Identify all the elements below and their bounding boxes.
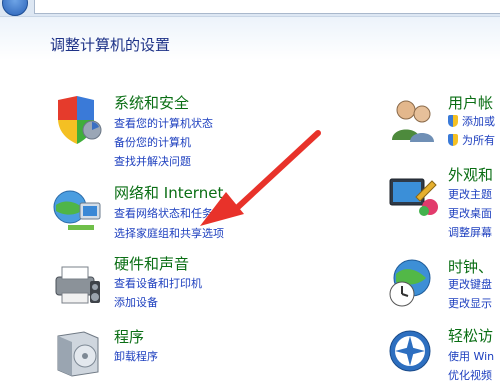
category-programs: 程序 卸载程序 [50,326,250,386]
category-link[interactable]: 查找并解决问题 [114,153,191,169]
category-link[interactable]: 使用 Win [448,348,494,364]
printer-icon[interactable] [50,255,104,309]
programs-box-icon[interactable] [50,326,104,380]
category-user-accounts: 用户帐 添加或 为所有 [386,94,500,154]
category-ease-of-access: 轻松访 使用 Win 优化视频 [386,327,500,387]
category-link[interactable]: 添加或 [462,113,495,129]
category-title[interactable]: 外观和 [448,164,493,185]
category-hardware: 硬件和声音 查看设备和打印机 添加设备 [50,255,250,315]
category-title[interactable]: 用户帐 [448,92,493,113]
ease-of-access-icon[interactable] [386,327,440,381]
category-link[interactable]: 添加设备 [114,294,158,310]
category-link[interactable]: 更改主题 [448,186,492,202]
network-globe-icon[interactable] [50,185,104,239]
category-title[interactable]: 网络和 Internet [114,182,223,203]
category-link[interactable]: 备份您的计算机 [114,134,191,150]
category-link[interactable]: 查看您的计算机状态 [114,115,213,131]
category-security: 系统和安全 查看您的计算机状态 备份您的计算机 查找并解决问题 [50,94,250,174]
category-clock: 时钟、 更改键盘 更改显示 [386,256,500,316]
category-network: 网络和 Internet 查看网络状态和任务 选择家庭组和共享选项 [50,182,270,245]
shield-icon[interactable] [50,94,104,148]
back-button[interactable] [2,0,28,16]
category-title[interactable]: 轻松访 [448,325,493,346]
uac-shield-icon [448,134,458,146]
address-bar[interactable] [34,0,500,14]
users-icon[interactable] [386,94,440,148]
category-link[interactable]: 查看网络状态和任务 [114,205,213,221]
category-link[interactable]: 查看设备和打印机 [114,275,202,291]
clock-globe-icon[interactable] [386,256,440,310]
page-title: 调整计算机的设置 [50,36,171,54]
uac-shield-icon [448,115,458,127]
category-link[interactable]: 更改显示 [448,295,492,311]
category-link[interactable]: 优化视频 [448,367,492,383]
category-title[interactable]: 时钟、 [448,256,493,277]
category-link[interactable]: 更改桌面 [448,205,492,221]
category-link[interactable]: 选择家庭组和共享选项 [114,225,224,241]
appearance-monitor-icon[interactable] [386,167,440,221]
category-appearance: 外观和 更改主题 更改桌面 调整屏幕 [386,164,500,240]
category-link[interactable]: 卸载程序 [114,348,158,364]
category-link[interactable]: 更改键盘 [448,276,492,292]
category-title[interactable]: 系统和安全 [114,92,189,113]
category-title[interactable]: 程序 [114,326,144,347]
category-link[interactable]: 调整屏幕 [448,224,492,240]
category-title[interactable]: 硬件和声音 [114,253,189,274]
window-top-bar [0,0,500,17]
category-link[interactable]: 为所有 [462,132,495,148]
